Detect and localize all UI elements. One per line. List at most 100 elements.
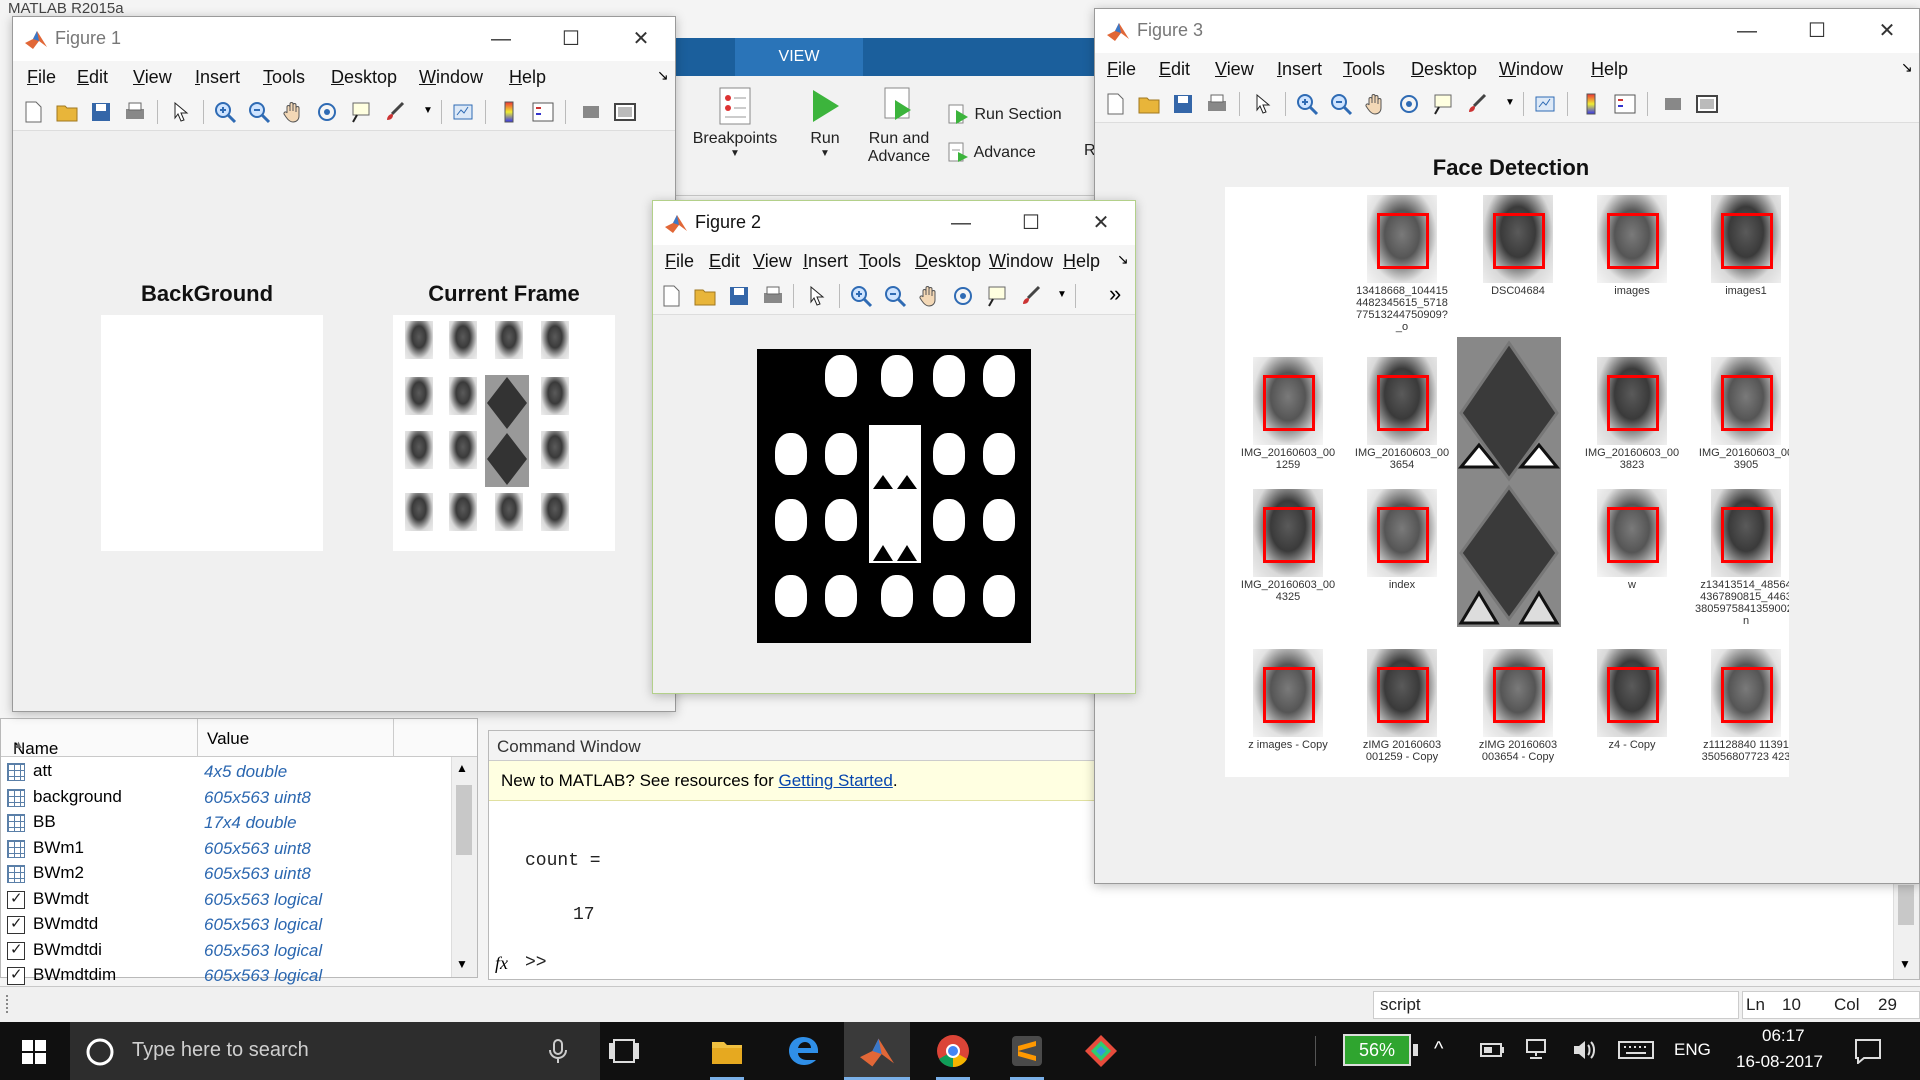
dock-arrow-icon[interactable]: ↘	[1901, 59, 1913, 76]
workspace-row[interactable]: att 4x5 double	[1, 759, 451, 784]
data-cursor-icon[interactable]	[1431, 92, 1455, 116]
maximize-button[interactable]: ☐	[1805, 19, 1829, 43]
workspace-row[interactable]: BWm1 605x563 uint8	[1, 836, 451, 861]
figure-2-window[interactable]: Figure 2 — ☐ ✕ File Edit View Insert Too…	[652, 200, 1136, 694]
menu-desktop[interactable]: Desktop	[915, 251, 981, 272]
new-figure-icon[interactable]	[21, 100, 45, 124]
clock-time[interactable]: 06:17	[1762, 1026, 1805, 1046]
menu-edit[interactable]: Edit	[77, 67, 108, 88]
advance-button[interactable]: Advance	[948, 142, 1036, 164]
minimize-button[interactable]: —	[949, 211, 973, 235]
scroll-down-icon[interactable]: ▼	[456, 957, 468, 971]
menu-desktop[interactable]: Desktop	[331, 67, 397, 88]
taskbar-search-box[interactable]: Type here to search	[70, 1022, 600, 1080]
select-pointer-icon[interactable]	[1251, 92, 1275, 116]
workspace-row[interactable]: BWmdt 605x563 logical	[1, 887, 451, 912]
figure-3-window[interactable]: Figure 3 — ☐ ✕ File Edit View Insert Too…	[1094, 8, 1920, 884]
figure-1-titlebar[interactable]: Figure 1 — ☐ ✕	[13, 17, 675, 61]
volume-icon[interactable]	[1572, 1038, 1598, 1062]
workspace-row[interactable]: BWm2 605x563 uint8	[1, 861, 451, 886]
workspace-row[interactable]: BWmdtd 605x563 logical	[1, 912, 451, 937]
new-figure-icon[interactable]	[659, 284, 683, 308]
figure-2-titlebar[interactable]: Figure 2 — ☐ ✕	[653, 201, 1135, 245]
breakpoints-button[interactable]: Breakpoints ▼	[690, 86, 780, 159]
zoom-in-icon[interactable]	[849, 284, 873, 308]
workspace-row[interactable]: background 605x563 uint8	[1, 785, 451, 810]
menu-help[interactable]: Help	[509, 67, 546, 88]
print-icon[interactable]	[1205, 92, 1229, 116]
legend-icon[interactable]	[531, 100, 555, 124]
print-icon[interactable]	[761, 284, 785, 308]
save-icon[interactable]	[727, 284, 751, 308]
workspace-row[interactable]: BWmdtdi 605x563 logical	[1, 938, 451, 963]
menu-file[interactable]: File	[27, 67, 56, 88]
brush-dropdown-icon[interactable]: ▼	[423, 105, 433, 116]
workspace-col-value[interactable]: Value	[207, 729, 249, 749]
select-pointer-icon[interactable]	[169, 100, 193, 124]
menu-insert[interactable]: Insert	[803, 251, 848, 272]
link-plot-icon[interactable]	[451, 100, 475, 124]
menu-tools[interactable]: Tools	[1343, 59, 1385, 80]
figure-3-titlebar[interactable]: Figure 3 — ☐ ✕	[1095, 9, 1919, 53]
menu-insert[interactable]: Insert	[1277, 59, 1322, 80]
file-explorer-icon[interactable]	[710, 1036, 744, 1066]
gitkraken-icon[interactable]	[1084, 1034, 1118, 1068]
brush-icon[interactable]	[1465, 92, 1489, 116]
colorbar-icon[interactable]	[1579, 92, 1603, 116]
maximize-button[interactable]: ☐	[1019, 211, 1043, 235]
sublime-text-icon[interactable]	[1010, 1034, 1044, 1068]
close-button[interactable]: ✕	[1089, 211, 1113, 235]
new-figure-icon[interactable]	[1103, 92, 1127, 116]
link-plot-icon[interactable]	[1533, 92, 1557, 116]
menu-view[interactable]: View	[1215, 59, 1254, 80]
workspace-row[interactable]: BB 17x4 double	[1, 810, 451, 835]
dock-arrow-icon[interactable]: ↘	[1117, 251, 1129, 268]
pan-hand-icon[interactable]	[917, 284, 941, 308]
command-prompt[interactable]: >>	[525, 953, 547, 973]
menu-tools[interactable]: Tools	[859, 251, 901, 272]
language-indicator[interactable]: ENG	[1674, 1040, 1711, 1060]
menu-view[interactable]: View	[753, 251, 792, 272]
zoom-out-icon[interactable]	[1329, 92, 1353, 116]
minimize-button[interactable]: —	[489, 27, 513, 51]
open-file-icon[interactable]	[1137, 92, 1161, 116]
legend-icon[interactable]	[1613, 92, 1637, 116]
menu-edit[interactable]: Edit	[709, 251, 740, 272]
show-hidden-icons-icon[interactable]: ^	[1434, 1038, 1443, 1061]
grip-icon[interactable]	[6, 995, 34, 1013]
matlab-taskbar-icon[interactable]	[860, 1034, 894, 1068]
menu-file[interactable]: File	[665, 251, 694, 272]
zoom-out-icon[interactable]	[247, 100, 271, 124]
open-file-icon[interactable]	[55, 100, 79, 124]
clock-date[interactable]: 16-08-2017	[1736, 1052, 1823, 1072]
open-file-icon[interactable]	[693, 284, 717, 308]
chrome-icon[interactable]	[936, 1034, 970, 1068]
rotate-3d-icon[interactable]	[1397, 92, 1421, 116]
pan-hand-icon[interactable]	[281, 100, 305, 124]
windows-start-icon[interactable]	[22, 1040, 46, 1064]
menu-window[interactable]: Window	[1499, 59, 1563, 80]
toolbar-overflow-icon[interactable]: »	[1109, 281, 1121, 307]
hide-plot-tools-icon[interactable]	[579, 100, 603, 124]
getting-started-link[interactable]: Getting Started	[778, 771, 892, 790]
menu-insert[interactable]: Insert	[195, 67, 240, 88]
brush-icon[interactable]	[383, 100, 407, 124]
save-icon[interactable]	[89, 100, 113, 124]
run-button[interactable]: Run ▼	[800, 86, 850, 159]
menu-desktop[interactable]: Desktop	[1411, 59, 1477, 80]
colorbar-icon[interactable]	[497, 100, 521, 124]
menu-help[interactable]: Help	[1063, 251, 1100, 272]
fx-icon[interactable]: fx	[495, 953, 508, 974]
close-button[interactable]: ✕	[1875, 19, 1899, 43]
zoom-in-icon[interactable]	[1295, 92, 1319, 116]
action-center-icon[interactable]	[1854, 1038, 1882, 1064]
run-and-advance-button[interactable]: Run and Advance	[860, 86, 938, 166]
menu-window[interactable]: Window	[419, 67, 483, 88]
workspace-scrollbar[interactable]: ▲ ▼	[451, 757, 477, 977]
dock-arrow-icon[interactable]: ↘	[657, 67, 669, 84]
menu-edit[interactable]: Edit	[1159, 59, 1190, 80]
data-cursor-icon[interactable]	[349, 100, 373, 124]
microphone-icon[interactable]	[548, 1038, 568, 1064]
menu-tools[interactable]: Tools	[263, 67, 305, 88]
rotate-3d-icon[interactable]	[951, 284, 975, 308]
